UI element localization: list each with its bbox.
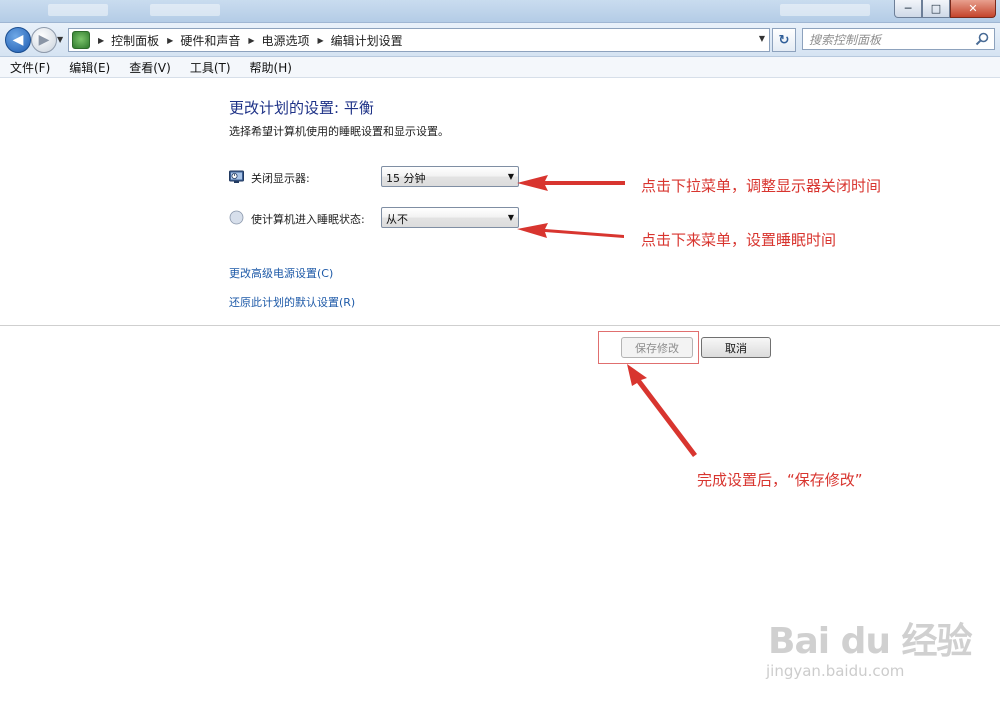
breadcrumb-control-panel[interactable]: 控制面板 (111, 32, 159, 49)
page-subtitle: 选择希望计算机使用的睡眠设置和显示设置。 (229, 125, 449, 138)
address-box[interactable]: ▶ 控制面板 ▶ 硬件和声音 ▶ 电源选项 ▶ 编辑计划设置 ▼ (68, 28, 770, 52)
breadcrumb-hardware-sound[interactable]: 硬件和声音 (180, 32, 240, 49)
window-title-bar: ─ □ ✕ (0, 0, 1000, 23)
display-annotation: 点击下拉菜单，调整显示器关闭时间 (641, 177, 882, 195)
search-box[interactable] (802, 28, 995, 50)
page-title: 更改计划的设置: 平衡 (229, 99, 374, 117)
menu-view[interactable]: 查看(V) (119, 59, 180, 76)
breadcrumb-separator-icon[interactable]: ▶ (318, 36, 324, 45)
maximize-button[interactable]: □ (922, 0, 950, 18)
search-icon[interactable] (974, 31, 990, 47)
display-off-label: 关闭显示器: (251, 172, 310, 185)
watermark-url: jingyan.baidu.com (766, 662, 905, 680)
advanced-settings-link[interactable]: 更改高级电源设置(C) (229, 265, 333, 281)
control-panel-icon (72, 31, 90, 49)
back-button[interactable]: ◀ (5, 27, 31, 53)
save-changes-button[interactable]: 保存修改 (621, 337, 693, 358)
menu-file[interactable]: 文件(F) (0, 59, 59, 76)
ghost-breadcrumb (48, 4, 108, 16)
breadcrumb-separator-icon[interactable]: ▶ (98, 36, 104, 45)
breadcrumb-power-options[interactable]: 电源选项 (262, 32, 310, 49)
breadcrumb-edit-plan[interactable]: 编辑计划设置 (331, 32, 403, 49)
sleep-annotation: 点击下来菜单，设置睡眠时间 (641, 231, 837, 249)
menu-help[interactable]: 帮助(H) (240, 59, 301, 76)
back-arrow-icon: ◀ (12, 32, 24, 48)
save-annotation: 完成设置后，“保存修改” (697, 471, 863, 489)
breadcrumb-separator-icon[interactable]: ▶ (167, 36, 173, 45)
refresh-button[interactable]: ↻ (772, 28, 796, 52)
divider (0, 325, 1000, 326)
refresh-icon: ↻ (778, 32, 790, 48)
menu-edit[interactable]: 编辑(E) (59, 59, 119, 76)
chevron-down-icon: ▼ (507, 213, 514, 222)
minimize-button[interactable]: ─ (894, 0, 922, 18)
forward-button[interactable]: ▶ (31, 27, 57, 53)
forward-arrow-icon: ▶ (38, 32, 50, 48)
cancel-button[interactable]: 取消 (701, 337, 771, 358)
display-arrow (517, 175, 625, 191)
save-arrow (627, 364, 697, 457)
recent-pages-dropdown[interactable]: ▼ (57, 35, 63, 44)
monitor-icon (229, 170, 244, 183)
menu-tools[interactable]: 工具(T) (180, 59, 240, 76)
close-button[interactable]: ✕ (950, 0, 996, 18)
sleep-arrow (517, 223, 624, 238)
ghost-search (780, 4, 870, 16)
search-input[interactable] (807, 31, 971, 49)
breadcrumb-separator-icon[interactable]: ▶ (248, 36, 254, 45)
sleep-dropdown[interactable]: 从不 ▼ (381, 207, 519, 228)
display-off-dropdown[interactable]: 15 分钟 ▼ (381, 166, 519, 187)
address-toolbar: ◀ ▶ ▼ ▶ 控制面板 ▶ 硬件和声音 ▶ 电源选项 ▶ 编辑计划设置 ▼ ↻ (0, 23, 1000, 57)
window-controls: ─ □ ✕ (894, 0, 996, 18)
address-dropdown-icon[interactable]: ▼ (759, 34, 765, 43)
moon-icon (229, 210, 244, 225)
chevron-down-icon: ▼ (507, 172, 514, 181)
sleep-label: 使计算机进入睡眠状态: (251, 213, 365, 226)
annotation-arrows (517, 175, 697, 457)
menu-bar: 文件(F) 编辑(E) 查看(V) 工具(T) 帮助(H) (0, 57, 1000, 78)
restore-defaults-link[interactable]: 还原此计划的默认设置(R) (229, 294, 355, 310)
ghost-breadcrumb (150, 4, 220, 16)
display-off-value: 15 分钟 (386, 172, 426, 185)
sleep-value: 从不 (386, 213, 408, 226)
watermark-brand: Bai du 经验 (768, 621, 973, 662)
